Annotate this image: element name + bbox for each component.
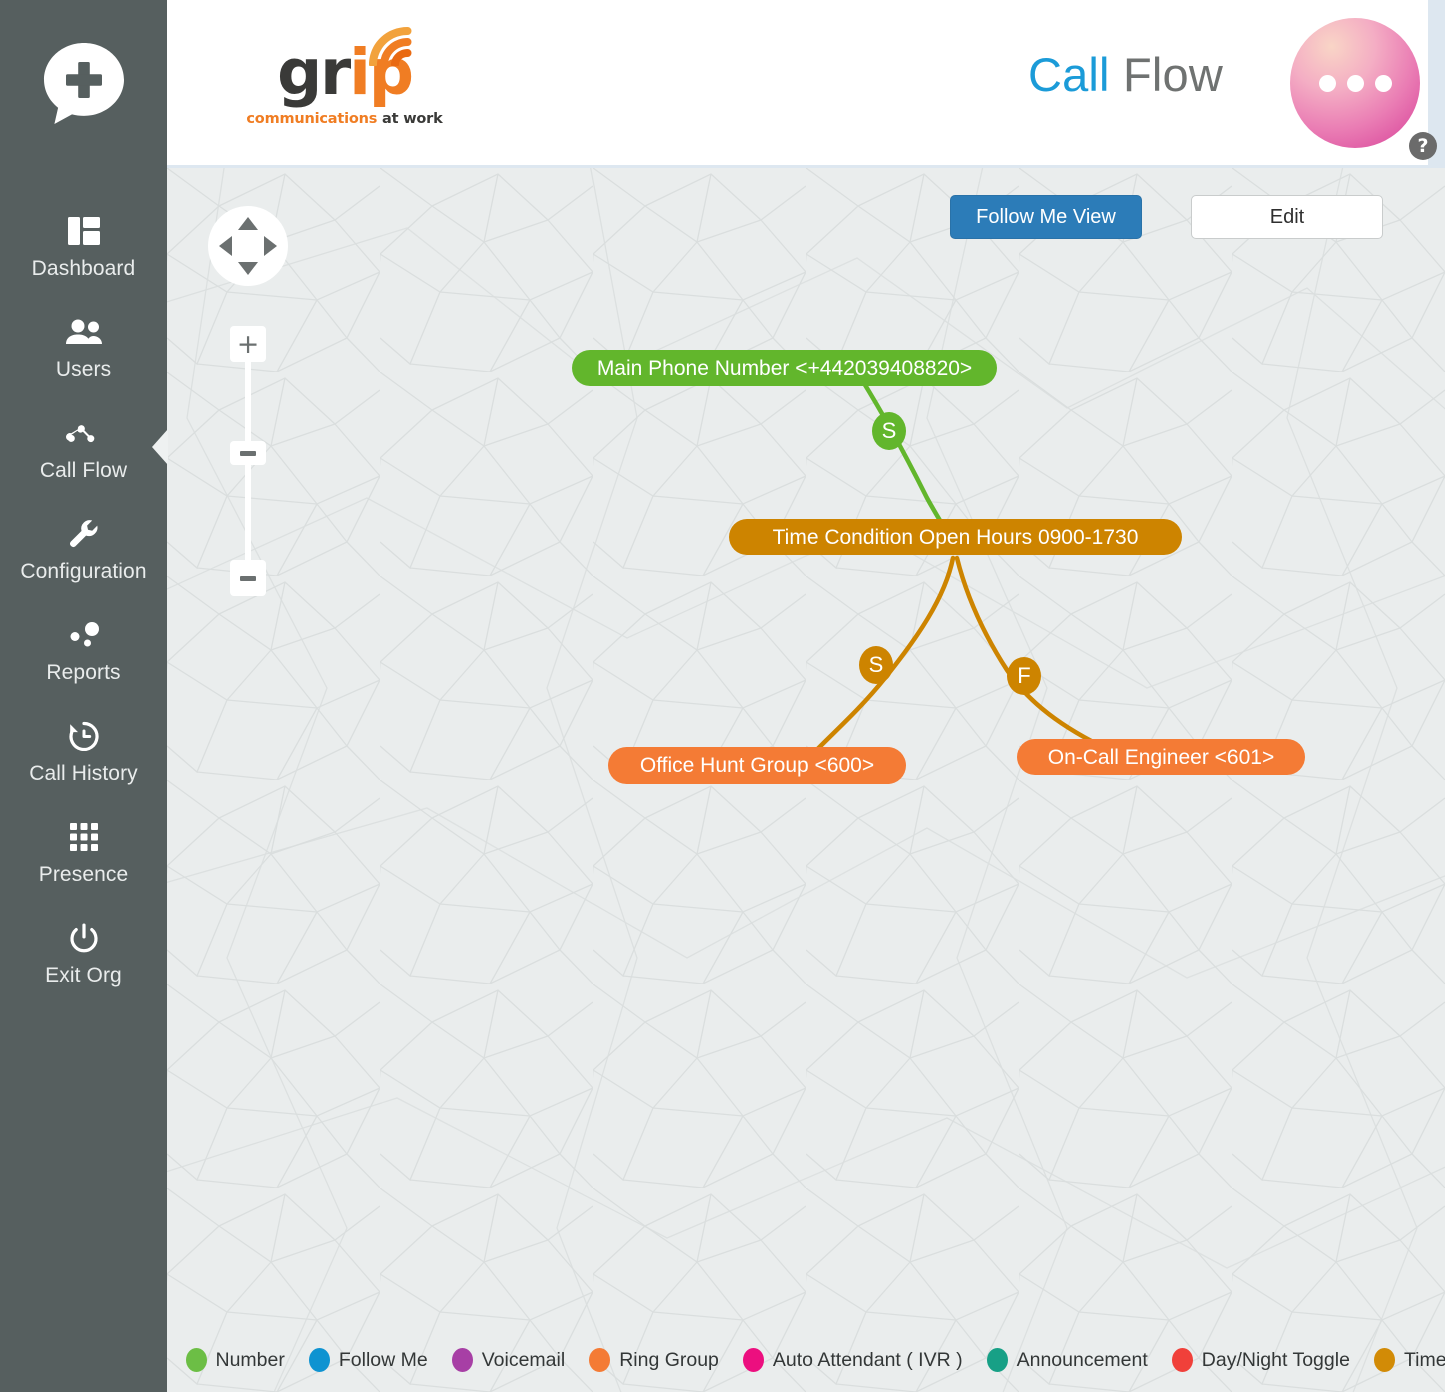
legend-dot-ring-group [589,1348,611,1372]
sidebar-item-label: Configuration [20,560,147,583]
legend-label: Auto Attendant ( IVR ) [772,1348,963,1371]
more-dot [1374,74,1392,92]
page-title: Call Flow [1028,48,1223,102]
help-icon[interactable]: ? [1409,132,1437,160]
more-dot [1318,74,1336,92]
grip-logo-tagline: communications at work [246,111,442,127]
sidebar-item-configuration[interactable]: Configuration [0,497,167,598]
more-options-button[interactable] [1290,18,1420,148]
page-title-call: Call [1027,48,1110,101]
handle-grip [240,450,256,456]
pan-control[interactable] [208,206,288,286]
zoom-out-button[interactable] [230,560,266,596]
legend-dot-follow-me [308,1348,330,1372]
page-title-flow: Flow [1109,48,1223,101]
grip-logo[interactable]: grip communications at work [237,14,452,154]
legend-label: Time Condition [1403,1348,1445,1371]
grip-logo-gr: gr [277,36,351,109]
power-icon [69,917,99,959]
legend-item-auto-attendant[interactable]: Auto Attendant ( IVR ) [742,1348,963,1372]
sidebar-item-label: Call History [29,762,138,785]
pan-down-arrow-icon[interactable] [238,262,258,275]
edge-badge-fail-time[interactable]: F [1007,657,1041,695]
users-icon [65,311,103,353]
sidebar-item-label: Reports [46,661,121,684]
grid-dots-icon [69,816,98,858]
legend-dot-auto-attendant [742,1348,764,1372]
legend-item-ring-group[interactable]: Ring Group [589,1348,719,1372]
wrench-icon [69,513,99,555]
sidebar-item-label: Dashboard [31,257,136,280]
legend-item-number[interactable]: Number [185,1348,285,1372]
tagline-communications: communications [246,111,378,127]
legend-item-announcement[interactable]: Announcement [986,1348,1148,1372]
zoom-slider[interactable]: + [230,326,266,596]
legend-item-day-night-toggle[interactable]: Day/Night Toggle [1171,1348,1350,1372]
legend-item-time-condition[interactable]: Time Condition [1373,1348,1445,1372]
header-divider [167,165,1445,168]
legend-label: Number [215,1348,285,1371]
sidebar-item-label: Users [55,358,112,381]
flow-node-time-condition[interactable]: Time Condition Open Hours 0900-1730 [729,519,1182,555]
sidebar-item-users[interactable]: Users [0,295,167,396]
edge-time-to-oncall [954,555,1130,761]
legend-dot-time-condition [1373,1348,1395,1372]
main-sidebar: Dashboard Users Call Flow Configuration … [0,0,168,1392]
sidebar-item-call-flow[interactable]: Call Flow [0,396,168,497]
sidebar-item-dashboard[interactable]: Dashboard [0,194,167,295]
pan-right-arrow-icon[interactable] [264,236,277,256]
legend-dot-voicemail [451,1348,473,1372]
call-flow-page: Dashboard Users Call Flow Configuration … [0,0,1445,1392]
zoom-in-button[interactable]: + [230,326,266,362]
dashboard-icon [67,210,100,252]
sidebar-item-call-history[interactable]: Call History [0,699,167,800]
wifi-signal-icon [364,15,416,66]
legend-item-voicemail[interactable]: Voicemail [451,1348,566,1372]
flow-node-main-phone-number[interactable]: Main Phone Number <+442039408820> [572,350,997,386]
legend-dot-number [185,1348,207,1372]
tagline-at-work: at work [377,111,443,127]
sidebar-nav-list: Dashboard Users Call Flow Configuration … [0,168,168,1002]
sidebar-item-exit-org[interactable]: Exit Org [0,901,167,1002]
minus-glyph [240,575,256,581]
bubbles-icon [68,614,100,656]
legend-label: Voicemail [481,1348,566,1371]
legend-dot-day-night-toggle [1171,1348,1193,1372]
chart-line-icon [65,412,103,454]
pan-up-arrow-icon[interactable] [238,217,258,230]
flow-node-office-hunt-group[interactable]: Office Hunt Group <600> [608,747,906,784]
sidebar-item-label: Exit Org [45,964,122,987]
sidebar-item-label: Call Flow [39,459,128,482]
legend-label: Announcement [1016,1348,1148,1371]
sidebar-item-label: Presence [38,863,129,886]
history-clock-icon [68,715,100,757]
legend-label: Ring Group [619,1348,719,1371]
flow-node-on-call-engineer[interactable]: On-Call Engineer <601> [1017,739,1305,775]
page-header: grip communications at work Call Flow ? [167,0,1445,168]
edit-button[interactable]: Edit [1191,195,1383,239]
follow-me-view-button[interactable]: Follow Me View [950,195,1142,239]
edge-badge-success-time[interactable]: S [859,646,893,684]
pan-left-arrow-icon[interactable] [219,236,232,256]
legend-dot-announcement [986,1348,1008,1372]
sidebar-item-reports[interactable]: Reports [0,598,167,699]
chat-plus-icon [41,41,127,127]
legend-label: Follow Me [338,1348,428,1371]
zoom-slider-handle[interactable] [230,441,266,465]
edge-badge-success-main[interactable]: S [872,412,906,450]
call-flow-diagram: Main Phone Number <+442039408820> Time C… [167,168,1445,1392]
call-flow-canvas[interactable]: Follow Me View Edit + Main Phone Number … [167,168,1445,1392]
legend-label: Day/Night Toggle [1201,1348,1350,1371]
more-dot [1346,74,1364,92]
new-item-button[interactable] [0,0,167,168]
sidebar-item-presence[interactable]: Presence [0,800,167,901]
active-indicator-arrow [152,428,168,465]
grip-logo-wordmark: grip [277,27,414,105]
flow-legend: Close Number Follow Me Voicemail Ring Gr… [167,1328,1445,1392]
legend-item-follow-me[interactable]: Follow Me [308,1348,428,1372]
